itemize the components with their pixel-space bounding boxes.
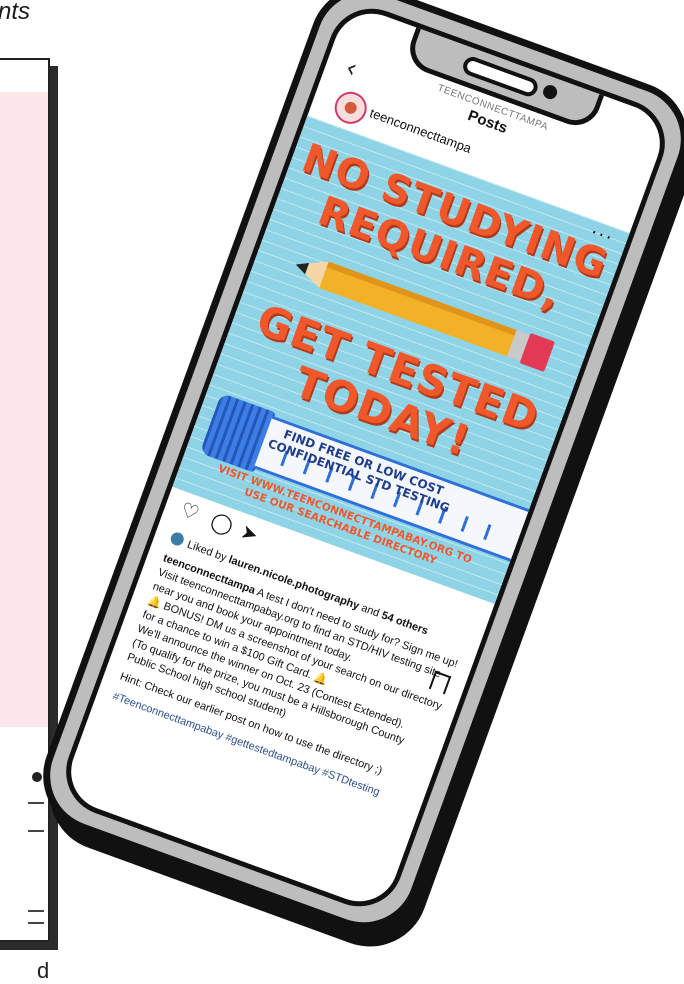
background-line (28, 922, 44, 924)
background-line (28, 830, 44, 832)
camera-icon (540, 82, 559, 101)
background-line (28, 910, 44, 912)
post-caption: teenconnecttampa A test I don't need to … (111, 551, 460, 810)
avatar[interactable] (330, 87, 372, 129)
background-bottom-fragment: d (37, 958, 50, 983)
heart-icon[interactable]: ♡ (177, 497, 202, 526)
background-card-pink-area (0, 92, 48, 727)
background-heading-fragment: nts (0, 0, 31, 25)
liker-avatar (168, 530, 186, 548)
send-icon[interactable]: ➤ (238, 519, 262, 547)
comment-icon[interactable]: ◯ (208, 508, 237, 538)
likes-and: and (359, 602, 381, 620)
phone-screen: ‹ TEENCONNECTTAMPA Posts teenconnecttamp… (53, 0, 678, 919)
phone-illustration: ‹ TEENCONNECTTAMPA Posts teenconnecttamp… (26, 0, 684, 946)
phone-body: ‹ TEENCONNECTTAMPA Posts teenconnecttamp… (26, 0, 684, 946)
